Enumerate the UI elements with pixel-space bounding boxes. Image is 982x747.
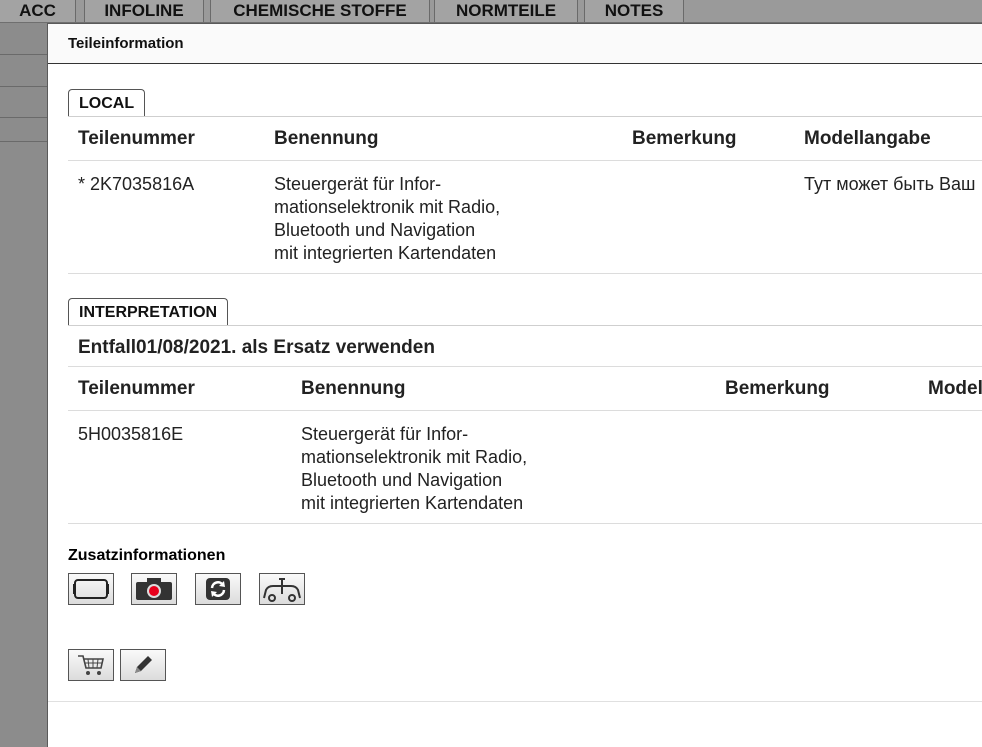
- interp-header-bemerkung: Bemerkung: [725, 378, 830, 399]
- interp-benennung-line: mit integrierten Kartendaten: [301, 493, 524, 513]
- top-tab-bar: ACC INFOLINE CHEMISCHE STOFFE NORMTEILE …: [0, 0, 982, 23]
- background-divider: [0, 117, 47, 118]
- interp-benennung-line: mationselektronik mit Radio,: [301, 447, 528, 467]
- interp-benennung-line: Bluetooth und Navigation: [301, 470, 503, 490]
- cart-icon[interactable]: [68, 649, 114, 681]
- camera-icon[interactable]: [131, 573, 177, 605]
- background-divider: [0, 86, 47, 87]
- local-header-modellangabe: Modellangabe: [804, 128, 931, 149]
- refresh-icon[interactable]: [195, 573, 241, 605]
- frame-icon-svg: [73, 579, 109, 599]
- dialog-title: Teileinformation: [68, 35, 184, 52]
- local-row-line: [68, 273, 982, 274]
- tab-normteile[interactable]: NORMTEILE: [434, 0, 578, 22]
- interpretation-title: Entfall01/08/2021. als Ersatz verwenden: [78, 337, 435, 358]
- interp-row-line: [68, 523, 982, 524]
- tab-infoline[interactable]: INFOLINE: [84, 0, 204, 22]
- interp-header-line: [68, 410, 982, 411]
- local-benennung-line: mit integrierten Kartendaten: [274, 243, 497, 263]
- zusatzinformationen-label: Zusatzinformationen: [68, 547, 226, 564]
- interp-benennung-line: Steuergerät für Infor-: [301, 424, 469, 444]
- interp-benennung: Steuergerät für Infor- mationselektronik…: [301, 423, 601, 515]
- local-header-teilenummer: Teilenummer: [78, 128, 195, 149]
- interp-header-benennung: Benennung: [301, 378, 406, 399]
- local-benennung: Steuergerät für Infor- mationselektronik…: [274, 173, 574, 265]
- tab-notes[interactable]: NOTES: [584, 0, 684, 22]
- local-benennung-line: mationselektronik mit Radio,: [274, 197, 501, 217]
- tab-acc[interactable]: ACC: [0, 0, 76, 22]
- local-benennung-line: Steuergerät für Infor-: [274, 174, 442, 194]
- local-modellangabe: Тут может быть Ваш: [804, 174, 976, 194]
- tab-chemische-stoffe[interactable]: CHEMISCHE STOFFE: [210, 0, 430, 22]
- vehicle-icon-svg: [263, 578, 301, 602]
- frame-icon[interactable]: [68, 573, 114, 605]
- dialog-footer-divider: [48, 701, 982, 702]
- local-header-bemerkung: Bemerkung: [632, 128, 737, 149]
- refresh-icon-svg: [206, 578, 230, 600]
- cart-icon-svg: [78, 655, 104, 675]
- local-teilenummer[interactable]: * 2K7035816A: [78, 173, 194, 196]
- pencil-icon-svg: [135, 656, 152, 673]
- pencil-icon[interactable]: [120, 649, 166, 681]
- local-header-benennung: Benennung: [274, 128, 379, 149]
- interp-header-teilenummer: Teilenummer: [78, 378, 195, 399]
- local-section-line: [68, 116, 982, 117]
- interpretation-title-line: [68, 366, 982, 367]
- background-divider: [0, 141, 47, 142]
- background-divider: [0, 54, 47, 55]
- teileinformation-dialog: Teileinformation LOCAL Teilenummer Benen…: [47, 23, 982, 747]
- vehicle-icon[interactable]: [259, 573, 305, 605]
- dialog-header: Teileinformation: [48, 24, 982, 64]
- local-header-line: [68, 160, 982, 161]
- tab-local[interactable]: LOCAL: [68, 89, 146, 117]
- interpretation-section-line: [68, 325, 982, 326]
- camera-icon-svg: [136, 578, 172, 600]
- interp-header-modell: Modell: [928, 378, 982, 399]
- tab-interpretation[interactable]: INTERPRETATION: [68, 298, 229, 326]
- local-benennung-line: Bluetooth und Navigation: [274, 220, 476, 240]
- interp-teilenummer[interactable]: 5H0035816E: [78, 423, 183, 446]
